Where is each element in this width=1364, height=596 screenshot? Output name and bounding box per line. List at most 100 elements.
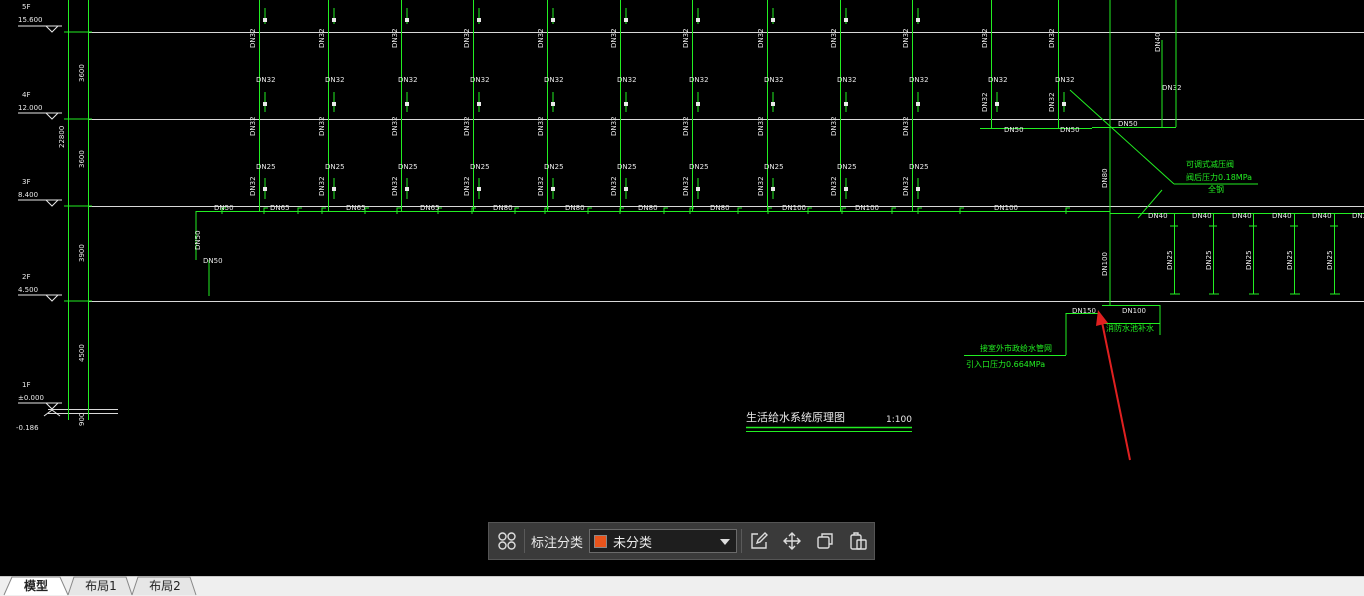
pipe-label: DN80 xyxy=(565,204,585,212)
pipe-label: DN32 xyxy=(391,28,399,48)
dimension-labels: 3600 3600 3900 4500 22800 900 xyxy=(58,64,86,426)
pipe-label: DN32 xyxy=(610,28,618,48)
pipe-label: DN32 xyxy=(682,28,690,48)
move-icon[interactable] xyxy=(779,528,805,554)
drawing-title-block: 生活给水系统原理图 1:100 xyxy=(746,410,912,432)
inlet-title: 接室外市政给水管网 xyxy=(980,343,1052,353)
pipe-label: DN32 xyxy=(830,116,838,136)
pipe-label: DN25 xyxy=(1286,250,1294,270)
valve-symbol xyxy=(477,18,481,22)
pipe-label: DN32 xyxy=(902,116,910,136)
valve-symbol xyxy=(916,187,920,191)
pipe-label: DN32 xyxy=(256,76,276,84)
pipe-label: DN32 xyxy=(902,28,910,48)
pipe-label: DN32 xyxy=(757,116,765,136)
valve-symbol xyxy=(551,187,555,191)
fire-pipe-label: DN100 xyxy=(1122,307,1146,315)
floor-label: 4F xyxy=(22,91,30,99)
pipe-label: DN32 xyxy=(902,176,910,196)
pipe-label: DN32 xyxy=(682,116,690,136)
valve-symbol xyxy=(696,102,700,106)
dim-label: 3900 xyxy=(78,244,86,262)
floor-labels: 5F 15.600 4F 12.000 3F 8.400 2F 4.500 1F… xyxy=(16,3,44,432)
valve-symbol xyxy=(696,18,700,22)
dim-label: 3600 xyxy=(78,64,86,82)
pipe-label: DN32 xyxy=(1048,28,1056,48)
ground-elevation: -0.186 xyxy=(16,424,39,432)
pipe-label: DN25 xyxy=(1205,250,1213,270)
valve-symbol xyxy=(844,18,848,22)
pipe-label: DN32 xyxy=(610,176,618,196)
pipe-label: DN32 xyxy=(318,176,326,196)
pipe-label: DN32 xyxy=(617,76,637,84)
pipe-label: DN32 xyxy=(249,116,257,136)
valve-symbol xyxy=(916,102,920,106)
pipe-label: DN32 xyxy=(463,176,471,196)
pipe-label: DN50 xyxy=(203,257,223,265)
pipe-label: DN65 xyxy=(346,204,366,212)
valve-symbol xyxy=(624,18,628,22)
floor-label: 3F xyxy=(22,178,30,186)
pipe-label: DN32 xyxy=(830,28,838,48)
pipe-label: DN32 xyxy=(463,28,471,48)
valve-symbol xyxy=(263,187,267,191)
valve-symbol xyxy=(916,18,920,22)
valve-symbol xyxy=(995,102,999,106)
pipe-label: DN25 xyxy=(837,163,857,171)
pipe-label: DN40 xyxy=(1312,212,1332,220)
dim-label: 3600 xyxy=(78,150,86,168)
pipe-label: DN80 xyxy=(1101,168,1109,188)
edit-icon[interactable] xyxy=(746,528,772,554)
pipe-label: DN32 xyxy=(1048,92,1056,112)
valve-symbol xyxy=(551,102,555,106)
dim-label: 4500 xyxy=(78,344,86,362)
pipe-label: DN50 xyxy=(1118,120,1138,128)
floor-label: 5F xyxy=(22,3,30,11)
copy-icon[interactable] xyxy=(812,528,838,554)
pipe-label: DN25 xyxy=(1245,250,1253,270)
pipe-label: DN40 xyxy=(1148,212,1168,220)
pipe-label: DN100 xyxy=(994,204,1018,212)
pipe-label: DN50 xyxy=(1004,126,1024,134)
floor-elevation: 12.000 xyxy=(18,104,43,112)
pipe-label: DN40 xyxy=(1232,212,1252,220)
pipe-label: DN32 xyxy=(610,116,618,136)
chevron-down-icon xyxy=(720,539,731,545)
pipe-label: DN25 xyxy=(1326,250,1334,270)
grid-icon[interactable] xyxy=(494,528,520,554)
pipe-label: DN32 xyxy=(544,76,564,84)
pipe-label: DN32 xyxy=(537,28,545,48)
layout-tab-bar: 模型 布局1 布局2 xyxy=(0,576,1364,596)
pipe-label: DN25 xyxy=(909,163,929,171)
pipe-label: DN32 xyxy=(909,76,929,84)
valve-symbol xyxy=(624,102,628,106)
tab-layout1[interactable]: 布局1 xyxy=(76,577,126,596)
left-branch-labels: DN50 DN50 xyxy=(194,230,223,265)
category-label: 标注分类 xyxy=(531,535,584,551)
dim-label: 900 xyxy=(78,413,86,426)
tab-layout2[interactable]: 布局2 xyxy=(140,577,190,596)
valve-symbol xyxy=(771,187,775,191)
pipe-label: DN32 xyxy=(470,76,490,84)
annotation-toolbar: 标注分类 未分类 xyxy=(488,522,875,560)
pipe-label: DN100 xyxy=(1101,252,1109,276)
cad-drawing-canvas[interactable]: 5F 15.600 4F 12.000 3F 8.400 2F 4.500 1F… xyxy=(0,0,1364,576)
right-branches: DN40 DN40 DN40 DN40 DN40 DN32 DN25 DN25 DN25 DN25… xyxy=(1148,212,1364,295)
category-dropdown[interactable]: 未分类 xyxy=(589,529,738,553)
valve-symbol xyxy=(332,18,336,22)
valve-symbol xyxy=(405,102,409,106)
tab-model[interactable]: 模型 xyxy=(12,577,60,596)
drawing-scale: 1:100 xyxy=(886,415,912,425)
pipe-label: DN32 xyxy=(682,176,690,196)
pipe-label: DN25 xyxy=(617,163,637,171)
pipe-label: DN32 xyxy=(249,176,257,196)
pipe-label: DN32 xyxy=(325,76,345,84)
floor-elevation: 8.400 xyxy=(18,191,38,199)
valve-symbol xyxy=(844,102,848,106)
toolbar-divider xyxy=(741,529,743,553)
pipe-label: DN25 xyxy=(544,163,564,171)
paste-icon[interactable] xyxy=(845,528,871,554)
pipe-label: DN32 xyxy=(391,116,399,136)
pipe-label: DN25 xyxy=(256,163,276,171)
pipe-label: DN50 xyxy=(1060,126,1080,134)
